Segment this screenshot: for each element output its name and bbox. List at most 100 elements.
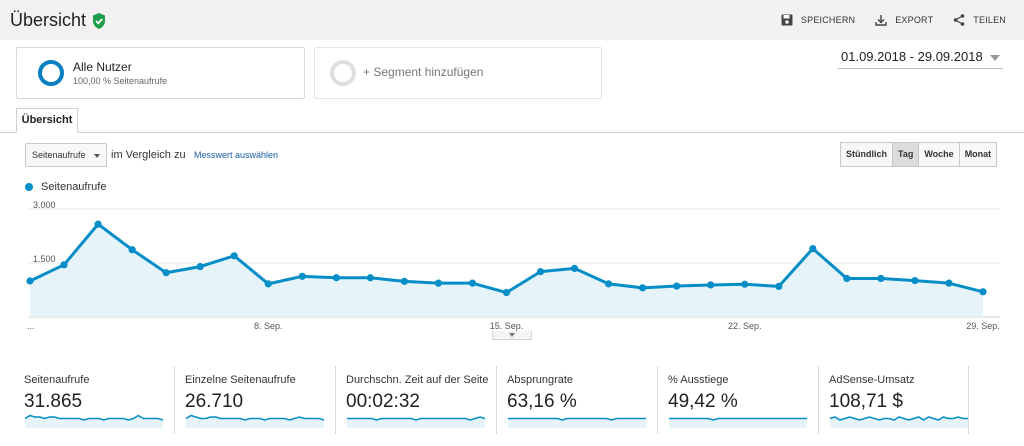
add-segment-button[interactable]: + Segment hinzufügen <box>314 47 602 99</box>
empty-segment-ring-icon <box>330 60 356 86</box>
granularity-day-button[interactable]: Tag <box>892 142 920 167</box>
scorecard[interactable]: % Ausstiege 49,42 % <box>658 366 819 434</box>
pageviews-chart: 3.000 1.500... 8. Sep. 15. Sep. 22. Sep. 29. … <box>26 200 1000 331</box>
scorecard-label: Durchschn. Zeit auf der Seite <box>346 374 489 386</box>
export-label: EXPORT <box>895 15 934 25</box>
data-point <box>911 277 919 285</box>
chart-collapse-handle[interactable] <box>492 331 532 340</box>
legend-marker <box>25 183 33 191</box>
scorecard[interactable]: AdSense-Umsatz 108,71 $ <box>819 366 969 434</box>
data-point <box>400 277 408 285</box>
y-tick-label: 1.500 <box>33 254 56 264</box>
data-point <box>707 281 715 289</box>
scorecard-value: 108,71 $ <box>829 391 903 412</box>
page-title: Übersicht <box>10 10 87 30</box>
scorecard-value: 26.710 <box>185 391 244 412</box>
chart-legend: Seitenaufrufe <box>25 181 106 193</box>
segment-share: 100,00 % Seitenaufrufe <box>73 76 168 86</box>
scorecard-label: AdSense-Umsatz <box>829 374 915 386</box>
save-icon <box>781 14 793 26</box>
scorecard[interactable]: Einzelne Seitenaufrufe 26.710 <box>175 366 336 434</box>
dropdown-arrow-icon <box>94 154 100 158</box>
granularity-month-button[interactable]: Monat <box>958 142 998 167</box>
data-point <box>843 274 851 283</box>
download-icon <box>875 15 887 26</box>
page-header: Übersicht SPEICHERN EXPORT TEILEN <box>0 0 1024 40</box>
scorecard-sparkline <box>669 417 807 428</box>
legend-label: Seitenaufrufe <box>41 181 107 193</box>
data-point <box>196 263 204 271</box>
y-tick-label: 3.000 <box>33 200 56 210</box>
scorecards: Seitenaufrufe 31.865 Einzelne Seitenaufruf… <box>14 366 969 434</box>
segment-all-users[interactable]: Alle Nutzer 100,00 % Seitenaufrufe <box>16 47 305 99</box>
data-point <box>741 280 749 288</box>
compare-label: im Vergleich zu <box>111 149 186 161</box>
data-point <box>775 282 783 290</box>
scorecard-label: Seitenaufrufe <box>24 374 90 386</box>
x-tick-label: ... <box>27 321 35 331</box>
page-title-wrap: Übersicht <box>10 10 106 31</box>
share-icon <box>953 14 965 26</box>
data-point <box>809 245 817 253</box>
data-point <box>26 277 34 285</box>
choose-metric-link[interactable]: Messwert auswählen <box>194 150 278 160</box>
data-point <box>366 274 374 282</box>
data-point <box>502 288 511 297</box>
metric-select[interactable]: Seitenaufrufe <box>25 143 107 167</box>
tab-overview[interactable]: Übersicht <box>16 108 78 133</box>
data-point <box>979 288 987 296</box>
x-tick-label: 15. Sep. <box>490 321 524 331</box>
sparkline-area <box>186 415 324 428</box>
data-point <box>230 252 238 260</box>
tab-divider <box>0 132 1024 133</box>
data-point <box>639 284 647 292</box>
add-segment-label: + Segment hinzufügen <box>363 65 484 79</box>
x-tick-label: 29. Sep. <box>966 321 1000 331</box>
share-label: TEILEN <box>973 15 1006 25</box>
data-point <box>434 279 443 287</box>
sparkline-area <box>508 418 646 428</box>
date-range-value: 01.09.2018 - 29.09.2018 <box>841 49 983 64</box>
scorecard[interactable]: Absprungrate 63,16 % <box>497 366 658 434</box>
report-actions: SPEICHERN EXPORT TEILEN <box>781 14 1006 26</box>
segment-ring-icon <box>38 60 64 86</box>
granularity-toggle: Stündlich Tag Woche Monat <box>840 142 998 167</box>
data-point <box>605 280 613 288</box>
data-point <box>298 272 306 280</box>
scorecard-label: % Ausstiege <box>668 374 729 386</box>
data-point <box>536 268 545 276</box>
scorecard-sparkline <box>24 414 164 428</box>
segment-name: Alle Nutzer <box>73 60 132 74</box>
data-point <box>60 261 68 269</box>
scorecard-sparkline <box>829 416 968 428</box>
save-button[interactable]: SPEICHERN <box>781 14 855 26</box>
data-point <box>94 220 102 228</box>
scorecard-label: Einzelne Seitenaufrufe <box>185 374 296 386</box>
granularity-week-button[interactable]: Woche <box>918 142 960 167</box>
scorecard-label: Absprungrate <box>507 374 574 386</box>
export-button[interactable]: EXPORT <box>875 14 933 26</box>
scorecard-value: 63,16 % <box>507 391 577 412</box>
data-point <box>162 269 170 277</box>
metric-select-value: Seitenaufrufe <box>32 150 86 160</box>
scorecard-value: 00:02:32 <box>346 391 420 412</box>
data-point <box>128 246 136 254</box>
data-point <box>264 280 272 288</box>
scorecard-sparkline <box>508 417 646 428</box>
granularity-hourly-button[interactable]: Stündlich <box>840 142 893 167</box>
scorecard-sparkline <box>185 414 325 428</box>
scorecard[interactable]: Seitenaufrufe 31.865 <box>14 366 175 434</box>
sparkline-area <box>669 418 807 428</box>
data-point <box>945 279 953 287</box>
scorecard-sparkline <box>347 416 486 428</box>
save-label: SPEICHERN <box>800 15 856 25</box>
scorecard-value: 31.865 <box>24 391 83 412</box>
date-range-picker[interactable]: 01.09.2018 - 29.09.2018 <box>838 49 1003 69</box>
data-point <box>332 274 340 282</box>
share-button[interactable]: TEILEN <box>953 14 1006 26</box>
scorecard[interactable]: Durchschn. Zeit auf der Seite 00:02:32 <box>336 366 497 434</box>
chevron-down-icon <box>990 55 1000 61</box>
data-point <box>570 264 579 272</box>
data-point <box>673 282 681 290</box>
x-tick-label: 22. Sep. <box>728 321 762 331</box>
